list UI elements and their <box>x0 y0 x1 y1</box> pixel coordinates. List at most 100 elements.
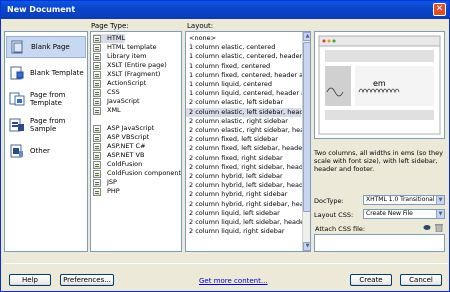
page-type-heading: Page Type: <box>91 22 129 30</box>
page-type-item[interactable]: PHP <box>93 187 120 196</box>
trash-icon[interactable] <box>435 223 443 233</box>
layout-item[interactable]: 2 column hybrid, right sidebar <box>186 190 301 199</box>
category-blank-template[interactable]: Blank Template <box>6 62 86 84</box>
page-type-item[interactable]: ASP VBScript <box>93 133 149 142</box>
page-type-item[interactable]: XSLT (Entire page) <box>93 61 167 70</box>
layout-item[interactable]: 2 column elastic, right sidebar <box>186 117 301 126</box>
page-type-item[interactable]: Library item <box>93 52 146 61</box>
scroll-down-icon[interactable]: ▼ <box>303 242 310 251</box>
link-icon[interactable] <box>423 224 431 231</box>
layout-item[interactable]: 2 column fixed, left sidebar, header an <box>186 144 310 153</box>
category-label: Page from Sample <box>30 117 66 133</box>
doctype-select[interactable]: XHTML 1.0 Transitional ▼ <box>363 195 445 205</box>
category-label: Blank Template <box>30 69 84 77</box>
get-more-content-link[interactable]: Get more content... <box>199 277 268 285</box>
page-type-item[interactable]: ActionScript <box>93 79 146 88</box>
page-type-item[interactable]: JSP <box>93 178 117 187</box>
blank-page-icon <box>10 40 26 54</box>
em-label: em <box>373 79 386 88</box>
layout-item[interactable]: 2 column fixed, right sidebar, header an <box>186 163 310 172</box>
category-page-from-sample[interactable]: Page from Sample <box>6 114 86 136</box>
blank-template-icon <box>9 66 25 80</box>
preferences-button[interactable]: Preferences... <box>60 274 114 286</box>
page-type-item[interactable]: HTML template <box>93 43 157 52</box>
layout-item[interactable]: 1 column liquid, centered, header and f <box>186 89 310 98</box>
layout-item[interactable]: 2 column hybrid, left sidebar <box>186 172 301 181</box>
page-type-label: CSS <box>107 88 120 96</box>
scroll-up-icon[interactable]: ▲ <box>303 32 310 41</box>
page-type-item[interactable]: ASP.NET C# <box>93 142 146 151</box>
page-type-label: Library item <box>107 52 147 60</box>
layout-item[interactable]: 1 column elastic, centered, header and f <box>186 52 310 61</box>
page-type-item[interactable]: ColdFusion component <box>93 169 181 178</box>
page-type-label: ActionScript <box>107 79 147 87</box>
category-blank-page[interactable]: Blank Page <box>6 36 86 58</box>
layout-item[interactable]: 2 column fixed, left sidebar <box>186 135 301 144</box>
cancel-button[interactable]: Cancel <box>400 274 442 286</box>
layout-item[interactable]: 2 column elastic, left sidebar <box>186 98 301 107</box>
page-type-item[interactable]: CSS <box>93 88 120 97</box>
page-type-label: JSP <box>107 178 117 186</box>
attached-css-list[interactable] <box>314 234 445 252</box>
file-type-icon <box>93 160 101 169</box>
create-button[interactable]: Create <box>350 274 392 286</box>
layout-scrollbar[interactable]: ▲ ▼ <box>302 32 310 251</box>
category-page-from-template[interactable]: Page from Template <box>6 88 86 110</box>
page-type-item[interactable]: XML <box>93 106 121 115</box>
page-type-label: ColdFusion component <box>107 169 182 177</box>
layout-item[interactable]: 2 column liquid, right sidebar <box>186 227 301 236</box>
page-type-item[interactable]: JavaScript <box>93 97 140 106</box>
page-type-item[interactable]: XSLT (Fragment) <box>93 70 160 79</box>
category-label: Blank Page <box>31 43 70 51</box>
layout-css-label: Layout CSS: <box>314 211 354 219</box>
divider <box>4 263 448 264</box>
page-type-list[interactable]: HTML HTML template Library item XSLT (Entir… <box>90 31 182 252</box>
chevron-down-icon[interactable]: ▼ <box>436 196 444 204</box>
layout-description: Two columns, all widths in ems (so they … <box>314 149 443 173</box>
help-button[interactable]: Help <box>9 274 51 286</box>
file-type-icon <box>93 43 101 52</box>
layout-item[interactable]: 2 column hybrid, left sidebar, header a <box>186 181 310 190</box>
layout-item[interactable]: 2 column liquid, left sidebar <box>186 209 301 218</box>
page-type-item[interactable]: ColdFusion <box>93 160 142 169</box>
page-from-template-icon <box>9 92 25 106</box>
page-from-sample-icon <box>9 118 25 132</box>
chevron-down-icon[interactable]: ▼ <box>436 210 444 218</box>
scrollbar-thumb[interactable] <box>303 42 310 212</box>
page-type-item[interactable]: ASP JavaScript <box>93 124 154 133</box>
layout-css-select[interactable]: Create New File ▼ <box>363 209 445 219</box>
layout-item[interactable]: <none> <box>186 34 301 43</box>
file-type-icon <box>93 151 101 160</box>
new-document-dialog: New Document ✕ Blank Page Blank Template… <box>0 0 450 292</box>
file-type-icon <box>93 142 101 151</box>
layout-item[interactable]: 1 column fixed, centered <box>186 62 301 71</box>
layout-list[interactable]: <none> 1 column elastic, centered 1 column… <box>185 31 311 252</box>
layout-item[interactable]: 2 column elastic, left sidebar, header a <box>186 107 310 117</box>
page-type-label: JavaScript <box>107 97 140 105</box>
page-type-item[interactable]: HTML <box>93 34 126 43</box>
file-type-icon <box>93 34 101 43</box>
page-type-label: ColdFusion <box>107 160 143 168</box>
category-list: Blank Page Blank Template Page from Temp… <box>4 31 88 252</box>
title-bar: New Document ✕ <box>1 1 449 19</box>
file-type-icon <box>93 97 101 106</box>
page-type-label: HTML template <box>107 43 157 51</box>
close-icon[interactable]: ✕ <box>433 3 446 16</box>
layout-item[interactable]: 2 column elastic, right sidebar, header … <box>186 126 310 135</box>
page-type-label: XSLT (Entire page) <box>107 61 167 69</box>
file-type-icon <box>93 133 101 142</box>
layout-item[interactable]: 2 column hybrid, right sidebar, header a <box>186 200 310 209</box>
page-type-item[interactable]: ASP.NET VB <box>93 151 144 160</box>
layout-item[interactable]: 1 column fixed, centered, header and f <box>186 71 310 80</box>
category-other[interactable]: Other <box>6 140 86 162</box>
layout-preview: em <box>314 31 445 139</box>
layout-item[interactable]: 1 column elastic, centered <box>186 43 301 52</box>
layout-item[interactable]: 2 column fixed, right sidebar <box>186 154 301 163</box>
file-type-icon <box>93 124 101 133</box>
layout-item[interactable]: 2 column liquid, left sidebar, header an <box>186 218 310 227</box>
file-type-icon <box>93 106 101 115</box>
attach-css-label: Attach CSS file: <box>315 225 366 233</box>
layout-item[interactable]: 1 column liquid, centered <box>186 80 301 89</box>
page-type-label: ASP JavaScript <box>107 124 155 132</box>
file-type-icon <box>93 79 101 88</box>
